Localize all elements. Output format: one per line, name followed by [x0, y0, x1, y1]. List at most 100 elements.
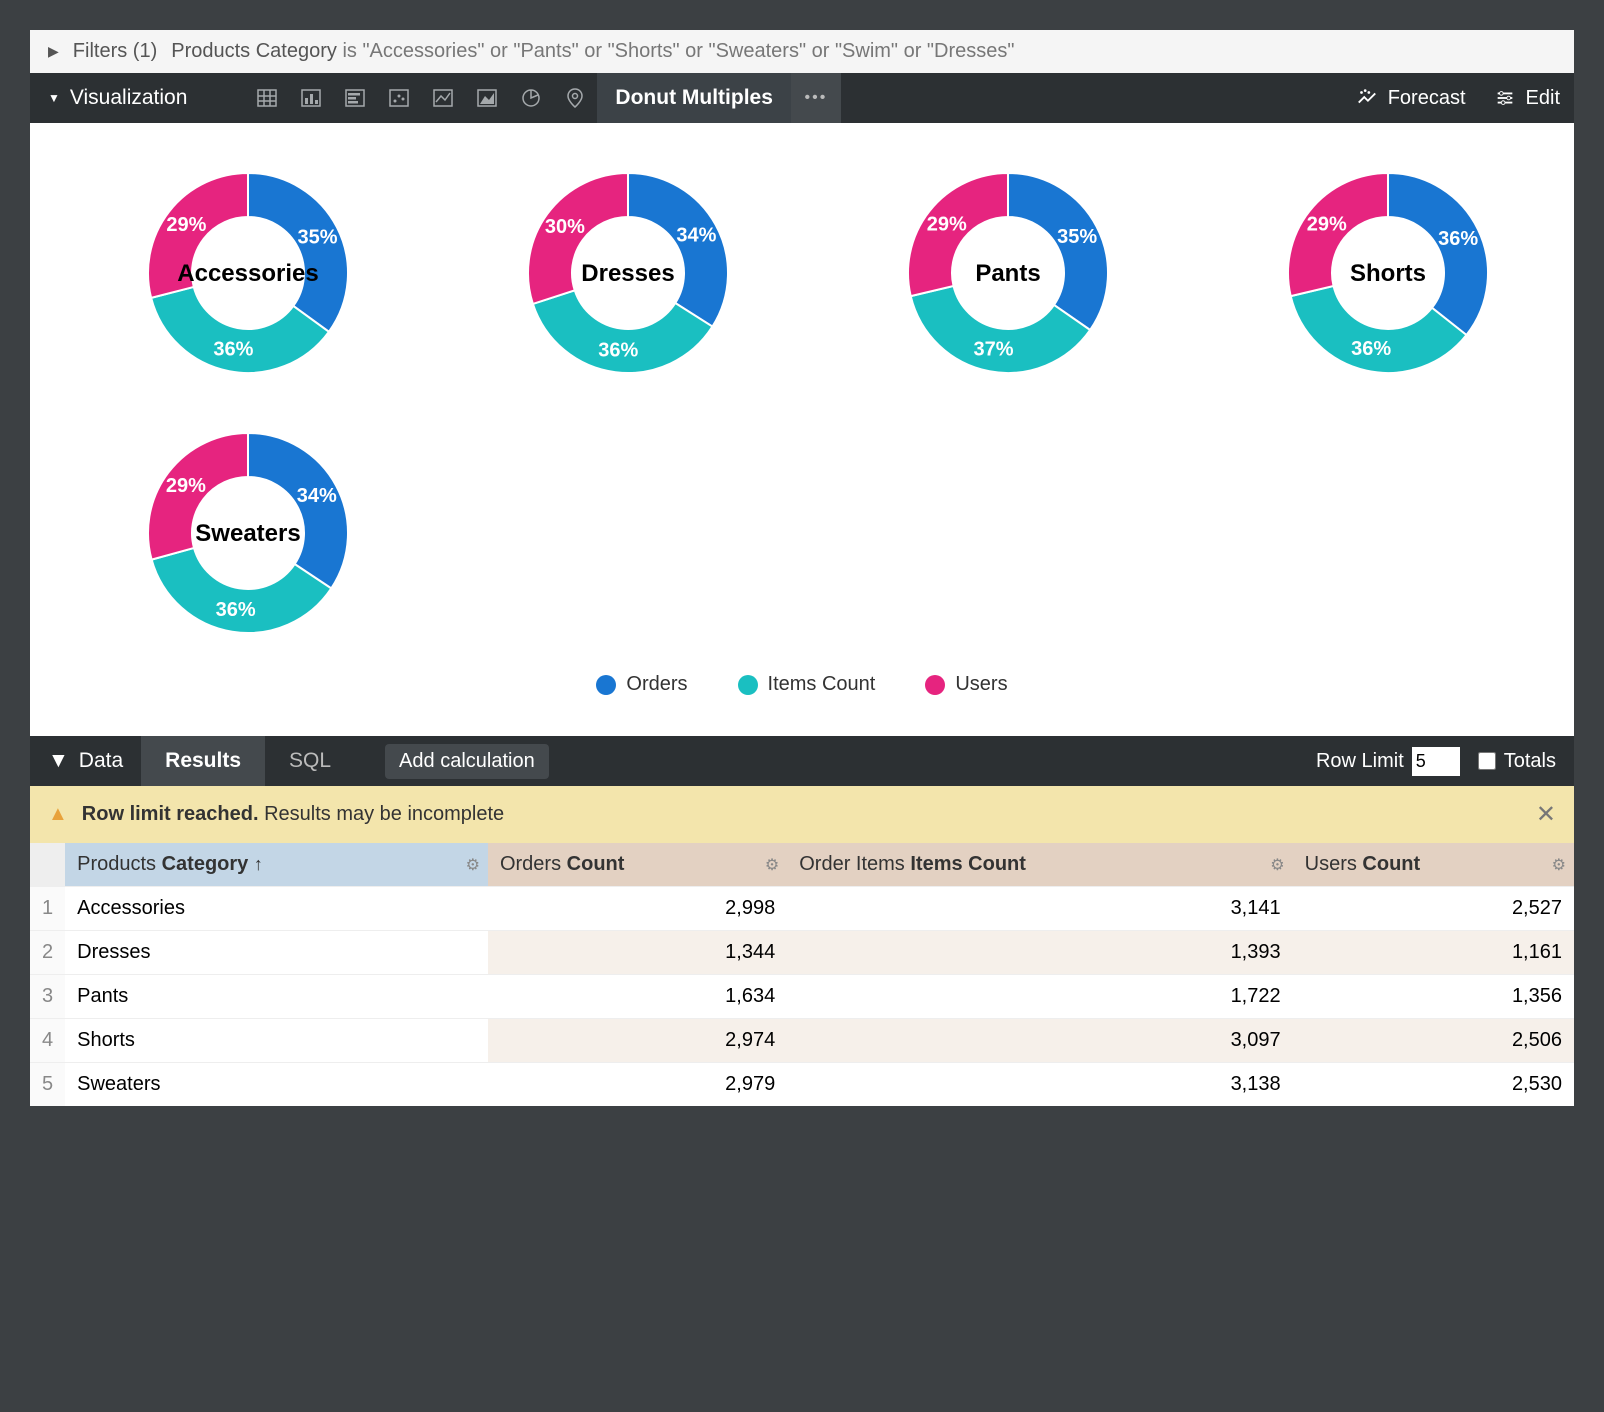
add-calculation-button[interactable]: Add calculation [385, 744, 549, 779]
chevron-down-icon[interactable]: ▼ [48, 91, 60, 105]
results-table: Products Category ↑⚙Orders Count⚙Order I… [30, 843, 1574, 1106]
data-bar: ▼ Data Results SQL Add calculation Row L… [30, 736, 1574, 786]
measure-cell: 1,344 [488, 931, 787, 975]
svg-text:36%: 36% [598, 339, 638, 361]
svg-text:36%: 36% [213, 339, 253, 361]
measure-cell: 2,974 [488, 1019, 787, 1063]
svg-text:29%: 29% [166, 214, 206, 236]
map-viz-icon[interactable] [553, 73, 597, 123]
measure-cell: 2,506 [1293, 1019, 1574, 1063]
svg-text:34%: 34% [297, 485, 337, 507]
table-row: 2Dresses1,3441,3931,161 [30, 931, 1574, 975]
svg-text:37%: 37% [974, 339, 1014, 361]
donut-chart: 34% 36% 29% Sweaters [108, 413, 388, 653]
chevron-right-icon: ▶ [48, 43, 59, 60]
legend-item: Items Count [738, 673, 876, 696]
svg-text:36%: 36% [216, 599, 256, 621]
svg-text:35%: 35% [297, 227, 337, 249]
column-header[interactable]: Users Count⚙ [1293, 843, 1574, 887]
donut-chart: 36% 36% 29% Shorts [1248, 153, 1528, 393]
legend-dot [925, 675, 945, 695]
measure-cell: 1,722 [787, 975, 1292, 1019]
table-viz-icon[interactable] [245, 73, 289, 123]
measure-cell: 2,979 [488, 1063, 787, 1107]
legend-dot [596, 675, 616, 695]
svg-text:36%: 36% [1351, 338, 1391, 360]
edit-button[interactable]: Edit [1480, 87, 1574, 110]
totals-label: Totals [1504, 750, 1556, 773]
area-chart-icon[interactable] [465, 73, 509, 123]
gear-icon[interactable]: ⚙ [765, 855, 779, 875]
svg-text:30%: 30% [545, 216, 585, 238]
row-limit-label: Row Limit [1316, 750, 1404, 773]
svg-text:35%: 35% [1057, 226, 1097, 248]
column-header[interactable]: Order Items Items Count⚙ [787, 843, 1292, 887]
chart-legend: Orders Items Count Users [48, 653, 1556, 726]
svg-text:34%: 34% [676, 224, 716, 246]
column-header[interactable]: Products Category ↑⚙ [65, 843, 488, 887]
measure-cell: 2,998 [488, 887, 787, 931]
measure-cell: 3,141 [787, 887, 1292, 931]
svg-text:Accessories: Accessories [177, 260, 318, 287]
dimension-cell: Shorts [65, 1019, 488, 1063]
measure-cell: 1,393 [787, 931, 1292, 975]
bar-chart-icon[interactable] [333, 73, 377, 123]
svg-text:36%: 36% [1438, 228, 1478, 250]
filters-label: Filters (1) [73, 40, 157, 63]
legend-item: Orders [596, 673, 687, 696]
donut-chart: 34% 36% 30% Dresses [488, 153, 768, 393]
svg-text:29%: 29% [166, 475, 206, 497]
dimension-cell: Dresses [65, 931, 488, 975]
row-limit-input[interactable] [1412, 747, 1460, 776]
measure-cell: 1,634 [488, 975, 787, 1019]
selected-viz-type[interactable]: Donut Multiples [597, 73, 790, 123]
visualization-title: Visualization [70, 86, 188, 110]
column-header[interactable]: Orders Count⚙ [488, 843, 787, 887]
tab-sql[interactable]: SQL [265, 736, 355, 786]
legend-dot [738, 675, 758, 695]
dimension-cell: Sweaters [65, 1063, 488, 1107]
table-row: 4Shorts2,9743,0972,506 [30, 1019, 1574, 1063]
gear-icon[interactable]: ⚙ [466, 855, 480, 875]
chevron-down-icon[interactable]: ▼ [48, 749, 69, 773]
charts-area: 35%36%29%Accessories34%36%30%Dresses35%3… [30, 123, 1574, 736]
close-icon[interactable]: ✕ [1536, 800, 1556, 829]
svg-text:Dresses: Dresses [581, 260, 674, 287]
forecast-button[interactable]: Forecast [1342, 87, 1480, 110]
measure-cell: 1,161 [1293, 931, 1574, 975]
svg-text:Pants: Pants [975, 260, 1040, 287]
measure-cell: 1,356 [1293, 975, 1574, 1019]
totals-checkbox[interactable] [1478, 752, 1496, 770]
gear-icon[interactable]: ⚙ [1270, 855, 1284, 875]
visualization-bar: ▼ Visualization [30, 73, 1574, 123]
svg-text:Shorts: Shorts [1350, 260, 1426, 287]
pie-chart-icon[interactable] [509, 73, 553, 123]
measure-cell: 2,527 [1293, 887, 1574, 931]
donut-chart: 35% 36% 29% Accessories [108, 153, 388, 393]
svg-text:29%: 29% [927, 214, 967, 236]
donut-chart: 35% 37% 29% Pants [868, 153, 1148, 393]
measure-cell: 3,097 [787, 1019, 1292, 1063]
dimension-cell: Accessories [65, 887, 488, 931]
scatter-chart-icon[interactable] [377, 73, 421, 123]
legend-item: Users [925, 673, 1007, 696]
warning-text: Row limit reached. Results may be incomp… [82, 803, 504, 826]
more-viz-icon[interactable]: ••• [791, 73, 841, 123]
tab-results[interactable]: Results [141, 736, 265, 786]
viz-type-icons [245, 73, 597, 123]
table-row: 3Pants1,6341,7221,356 [30, 975, 1574, 1019]
dimension-cell: Pants [65, 975, 488, 1019]
app-frame: ▶ Filters (1) Products Category is "Acce… [30, 30, 1574, 1106]
line-chart-icon[interactable] [421, 73, 465, 123]
svg-text:29%: 29% [1307, 214, 1347, 236]
data-title: Data [79, 749, 123, 773]
table-row: 5Sweaters2,9793,1382,530 [30, 1063, 1574, 1107]
gear-icon[interactable]: ⚙ [1552, 855, 1566, 875]
measure-cell: 3,138 [787, 1063, 1292, 1107]
warning-icon: ▲ [48, 803, 68, 826]
svg-text:Sweaters: Sweaters [195, 520, 300, 547]
filters-bar[interactable]: ▶ Filters (1) Products Category is "Acce… [30, 30, 1574, 73]
column-chart-icon[interactable] [289, 73, 333, 123]
measure-cell: 2,530 [1293, 1063, 1574, 1107]
table-row: 1Accessories2,9983,1412,527 [30, 887, 1574, 931]
